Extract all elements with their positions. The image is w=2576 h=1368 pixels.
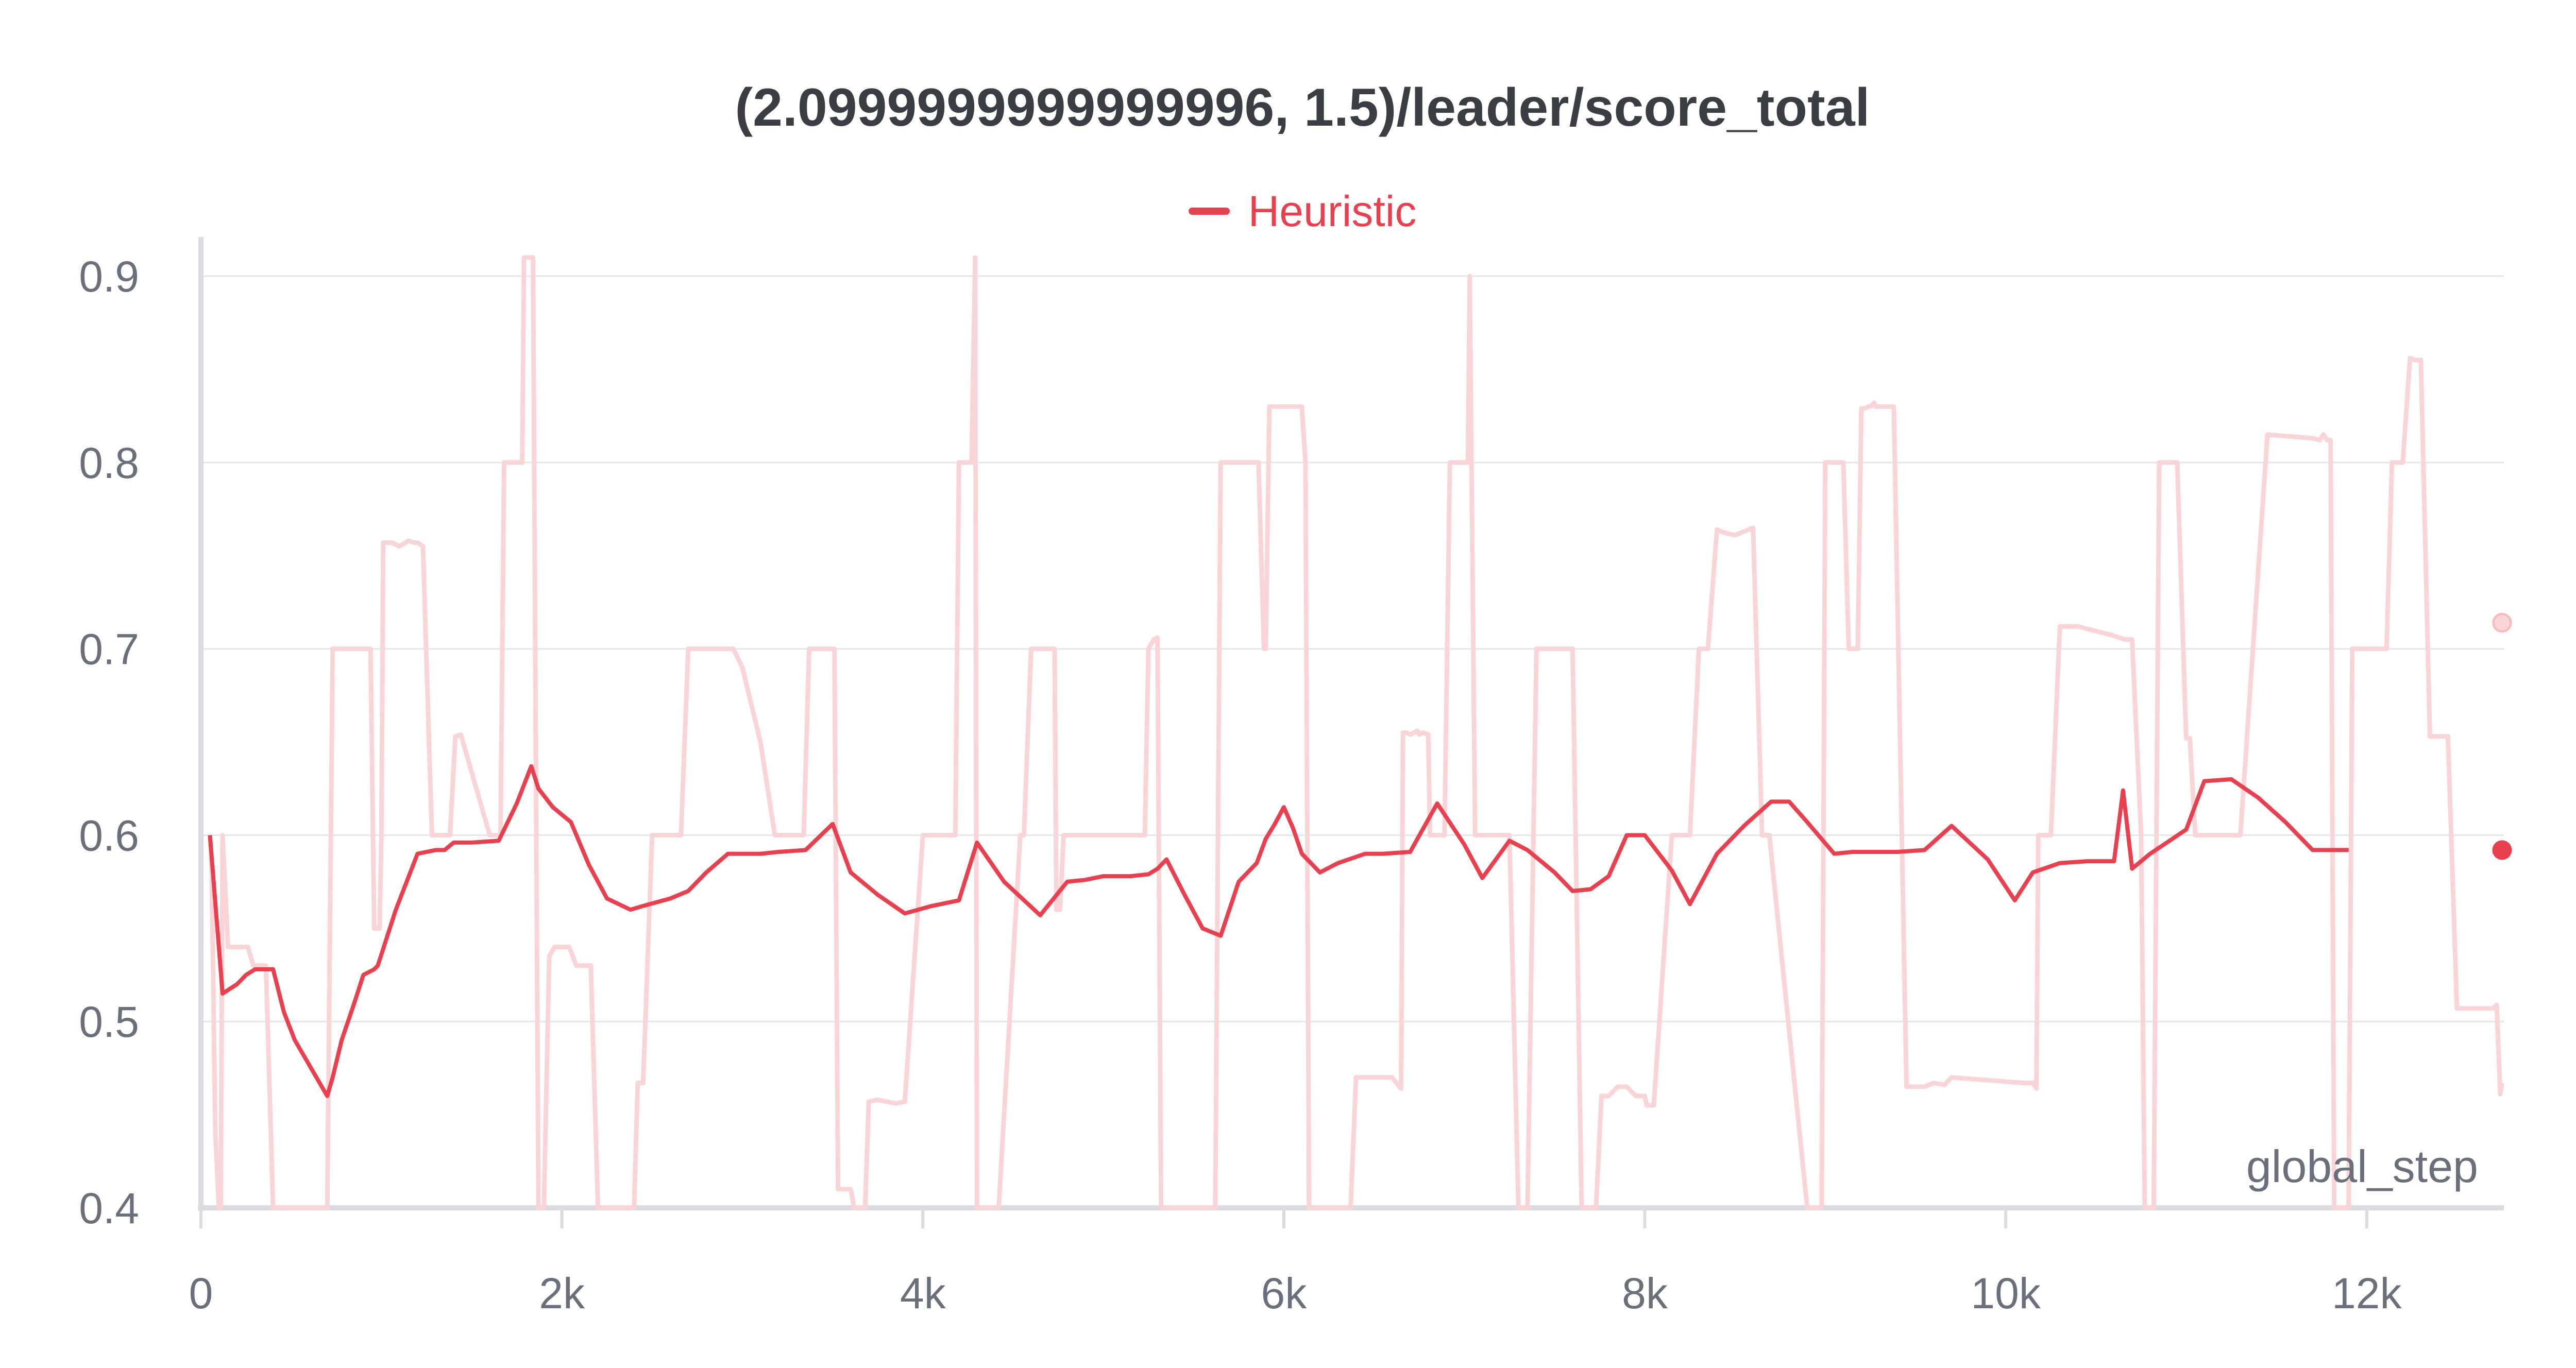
chart: (2.0999999999999996, 1.5)/leader/score_t…	[0, 0, 2576, 1368]
raw-series-end-point	[2492, 613, 2512, 633]
smoothed-series	[208, 764, 2512, 1098]
y-tick-label: 0.9	[79, 252, 139, 301]
x-tick-label: 2k	[539, 1269, 585, 1318]
raw-series-line	[208, 255, 2504, 1210]
x-tick-label: 12k	[2332, 1269, 2402, 1318]
y-tick-label: 0.6	[79, 811, 139, 860]
x-tick-label: 4k	[900, 1269, 946, 1318]
x-axis-label: global_step	[2246, 1141, 2478, 1192]
y-tick-label: 0.8	[79, 439, 139, 487]
tick-labels: 0.4 0.5 0.6 0.7 0.8 0.9 0 2k 4k 6k 8k 10k 12k global_…	[79, 252, 2478, 1318]
x-tick-label: 6k	[1261, 1269, 1308, 1318]
smoothed-series-line	[208, 764, 2349, 1098]
y-tick-label: 0.5	[79, 998, 139, 1046]
y-tick-label: 0.4	[79, 1184, 139, 1233]
x-tick-label: 8k	[1622, 1269, 1668, 1318]
raw-series	[208, 255, 2512, 1210]
smoothed-series-end-point	[2492, 840, 2512, 860]
x-tick-label: 10k	[1971, 1269, 2041, 1318]
plot-area[interactable]: 0.4 0.5 0.6 0.7 0.8 0.9 0 2k 4k 6k 8k 10k 12k global_…	[0, 0, 2576, 1368]
y-tick-label: 0.7	[79, 625, 139, 674]
x-tick-label: 0	[189, 1269, 213, 1318]
